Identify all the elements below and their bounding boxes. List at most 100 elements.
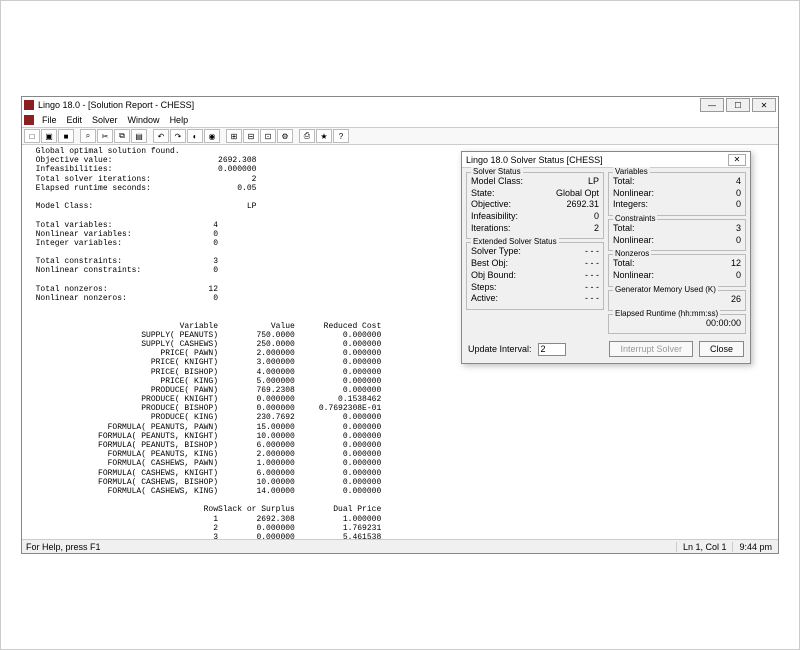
- status-cursor: Ln 1, Col 1: [676, 542, 733, 552]
- toolbar-button-3[interactable]: ⌕: [80, 129, 96, 143]
- group-label: Constraints: [613, 214, 657, 223]
- menubar: File Edit Solver Window Help: [22, 113, 778, 127]
- toolbar-button-2[interactable]: ■: [58, 129, 74, 143]
- kv-key: Nonlinear:: [613, 188, 654, 200]
- app-icon: [24, 100, 34, 110]
- kv-value: - - -: [549, 293, 599, 305]
- kv-value: 3: [691, 223, 741, 235]
- toolbar-button-16[interactable]: ★: [316, 129, 332, 143]
- close-button[interactable]: ✕: [752, 98, 776, 112]
- kv-row: Integers:0: [613, 199, 741, 211]
- kv-key: Iterations:: [471, 223, 511, 235]
- kv-key: Solver Type:: [471, 246, 521, 258]
- menu-file[interactable]: File: [38, 115, 61, 125]
- group-label: Solver Status: [471, 167, 523, 176]
- kv-key: Total:: [613, 176, 635, 188]
- group-nonzeros: Nonzeros Total:12Nonlinear:0: [608, 254, 746, 286]
- minimize-button[interactable]: —: [700, 98, 724, 112]
- toolbar-button-5[interactable]: ⧉: [114, 129, 130, 143]
- toolbar: □▣■ ⌕✂⧉▤ ↶↷◐◉ ⊞⊟⊡⚙ ⎙★?: [22, 127, 778, 145]
- update-interval-label: Update Interval:: [468, 344, 532, 354]
- kv-row: State:Global Opt: [471, 188, 599, 200]
- kv-key: Model Class:: [471, 176, 523, 188]
- memory-value: 26: [691, 294, 741, 306]
- menu-window[interactable]: Window: [124, 115, 164, 125]
- dialog-close-button[interactable]: ✕: [728, 154, 746, 166]
- group-constraints: Constraints Total:3Nonlinear:0: [608, 219, 746, 251]
- titlebar: Lingo 18.0 - [Solution Report - CHESS] —…: [22, 97, 778, 113]
- toolbar-button-9[interactable]: ◐: [187, 129, 203, 143]
- group-label: Variables: [613, 167, 650, 176]
- group-memory: Generator Memory Used (K) 26: [608, 290, 746, 311]
- kv-key: Nonlinear:: [613, 270, 654, 282]
- toolbar-button-8[interactable]: ↷: [170, 129, 186, 143]
- kv-value: 12: [691, 258, 741, 270]
- kv-key: Nonlinear:: [613, 235, 654, 247]
- toolbar-button-7[interactable]: ↶: [153, 129, 169, 143]
- toolbar-button-11[interactable]: ⊞: [226, 129, 242, 143]
- close-dialog-button[interactable]: Close: [699, 341, 744, 357]
- menu-help[interactable]: Help: [166, 115, 193, 125]
- kv-key: Steps:: [471, 282, 497, 294]
- menu-solver[interactable]: Solver: [88, 115, 122, 125]
- toolbar-button-6[interactable]: ▤: [131, 129, 147, 143]
- toolbar-button-15[interactable]: ⎙: [299, 129, 315, 143]
- dialog-title: Lingo 18.0 Solver Status [CHESS]: [466, 155, 728, 165]
- maximize-button[interactable]: ☐: [726, 98, 750, 112]
- toolbar-button-0[interactable]: □: [24, 129, 40, 143]
- status-help: For Help, press F1: [22, 542, 676, 552]
- kv-value: - - -: [549, 246, 599, 258]
- kv-row: Infeasibility:0: [471, 211, 599, 223]
- kv-value: 0: [691, 270, 741, 282]
- menu-edit[interactable]: Edit: [63, 115, 87, 125]
- toolbar-button-14[interactable]: ⚙: [277, 129, 293, 143]
- kv-row: Iterations: 2: [471, 223, 599, 235]
- kv-value: 0: [691, 188, 741, 200]
- kv-key: State:: [471, 188, 495, 200]
- kv-value: 0: [549, 211, 599, 223]
- interrupt-solver-button[interactable]: Interrupt Solver: [609, 341, 693, 357]
- kv-key: Total:: [613, 258, 635, 270]
- group-label: Generator Memory Used (K): [613, 285, 718, 294]
- kv-value: 2: [549, 223, 599, 235]
- toolbar-button-4[interactable]: ✂: [97, 129, 113, 143]
- kv-row: Solver Type: - - -: [471, 246, 599, 258]
- toolbar-button-1[interactable]: ▣: [41, 129, 57, 143]
- kv-value: 2692.31: [549, 199, 599, 211]
- kv-key: Objective:: [471, 199, 511, 211]
- kv-row: Model Class:LP: [471, 176, 599, 188]
- group-runtime: Elapsed Runtime (hh:mm:ss) 00:00:00: [608, 314, 746, 335]
- kv-row: Nonlinear: 0: [613, 270, 741, 282]
- kv-value: - - -: [549, 258, 599, 270]
- toolbar-button-13[interactable]: ⊡: [260, 129, 276, 143]
- dialog-footer: Update Interval: Interrupt Solver Close: [462, 338, 750, 363]
- update-interval-input[interactable]: [538, 343, 566, 356]
- window-title: Lingo 18.0 - [Solution Report - CHESS]: [38, 100, 700, 110]
- kv-value: - - -: [549, 270, 599, 282]
- kv-row: Objective: 2692.31: [471, 199, 599, 211]
- group-variables: Variables Total:4Nonlinear:0Integers:0: [608, 172, 746, 216]
- group-label: Extended Solver Status: [471, 237, 559, 246]
- mdi-icon: [24, 115, 34, 125]
- kv-key: Total:: [613, 223, 635, 235]
- kv-row: Nonlinear: 0: [613, 235, 741, 247]
- group-solver-status: Solver Status Model Class:LPState:Global…: [466, 172, 604, 239]
- kv-row: Nonlinear: 0: [613, 188, 741, 200]
- group-label: Elapsed Runtime (hh:mm:ss): [613, 309, 720, 318]
- kv-row: Obj Bound: - - -: [471, 270, 599, 282]
- kv-row: Total: 4: [613, 176, 741, 188]
- kv-value: 4: [691, 176, 741, 188]
- kv-value: 0: [691, 235, 741, 247]
- toolbar-button-10[interactable]: ◉: [204, 129, 220, 143]
- kv-key: Obj Bound:: [471, 270, 516, 282]
- toolbar-button-17[interactable]: ?: [333, 129, 349, 143]
- group-label: Nonzeros: [613, 249, 651, 258]
- kv-row: Total: 3: [613, 223, 741, 235]
- kv-row: Total: 12: [613, 258, 741, 270]
- kv-row: Best Obj: - - -: [471, 258, 599, 270]
- kv-key: Integers:: [613, 199, 648, 211]
- kv-value: - - -: [549, 282, 599, 294]
- toolbar-button-12[interactable]: ⊟: [243, 129, 259, 143]
- group-extended-solver-status: Extended Solver Status Solver Type:- - -…: [466, 242, 604, 309]
- kv-key: Best Obj:: [471, 258, 508, 270]
